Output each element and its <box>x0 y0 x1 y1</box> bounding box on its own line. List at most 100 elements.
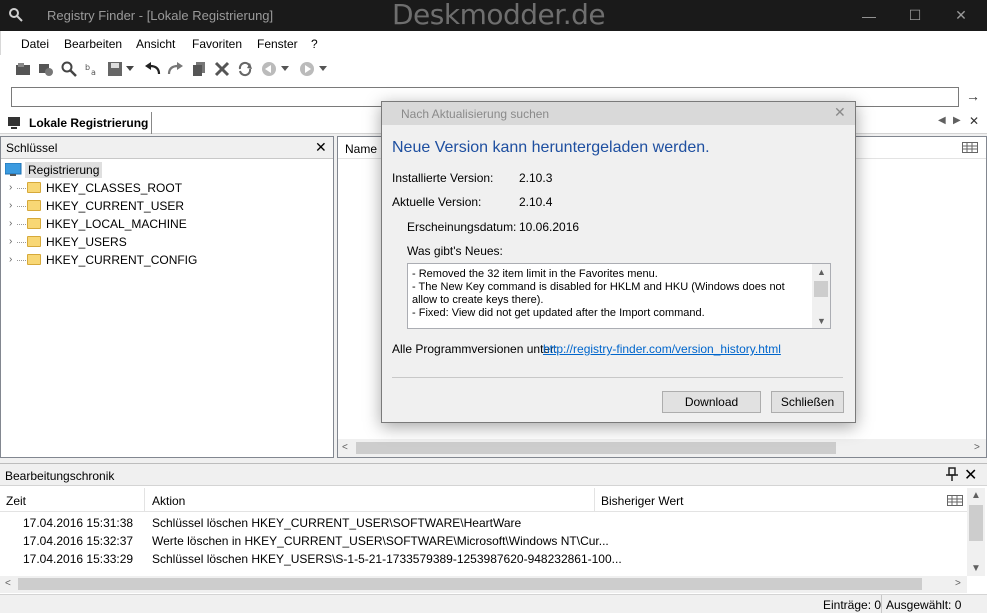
history-column-chooser-icon[interactable] <box>947 495 963 509</box>
history-row[interactable]: 17.04.2016 15:32:37 Werte löschen in HKE… <box>0 532 965 550</box>
scroll-down-icon[interactable]: ▼ <box>817 315 826 328</box>
keys-panel-title: Schlüssel <box>6 141 58 155</box>
scroll-up-icon[interactable]: ▲ <box>817 266 826 279</box>
connect-registry-icon[interactable] <box>14 60 32 78</box>
history-header: Bearbeitungschronik ✕ <box>0 464 987 486</box>
menu-bar: Datei Bearbeiten Ansicht Favoriten Fenst… <box>0 31 987 55</box>
column-aktion[interactable]: Aktion <box>152 494 185 508</box>
release-date-value: 10.06.2016 <box>519 220 580 234</box>
scroll-down-icon[interactable]: ▼ <box>971 563 981 574</box>
column-name[interactable]: Name <box>345 142 377 156</box>
save-dropdown-icon[interactable] <box>125 60 135 78</box>
history-horizontal-scrollbar[interactable]: < > <box>0 576 967 593</box>
menu-fenster[interactable]: Fenster <box>257 37 298 51</box>
expand-chevron-icon[interactable]: › <box>9 200 12 211</box>
forward-dropdown-icon[interactable] <box>318 60 328 78</box>
save-icon[interactable] <box>106 60 124 78</box>
tab-lokale-registrierung[interactable]: Lokale Registrierung <box>4 112 152 134</box>
expand-chevron-icon[interactable]: › <box>9 254 12 265</box>
back-icon[interactable] <box>260 60 278 78</box>
version-history-link[interactable]: http://registry-finder.com/version_histo… <box>543 342 781 356</box>
dialog-title-bar: Nach Aktualisierung suchen ✕ <box>382 102 855 125</box>
tab-scroll-right-icon[interactable]: ▶ <box>953 115 961 126</box>
history-action: Werte löschen in HKEY_CURRENT_USER\SOFTW… <box>152 534 609 548</box>
scroll-right-icon[interactable]: > <box>974 442 980 453</box>
redo-icon[interactable] <box>166 60 184 78</box>
expand-chevron-icon[interactable]: › <box>9 218 12 229</box>
tab-scroll-left-icon[interactable]: ◀ <box>938 115 946 126</box>
tree-item[interactable]: › HKEY_USERS <box>1 233 331 251</box>
window-title: Registry Finder - [Lokale Registrierung] <box>47 8 274 23</box>
changelog-entry: - The New Key command is disabled for HK… <box>412 281 785 306</box>
scrollbar-thumb[interactable] <box>356 442 836 454</box>
column-divider[interactable] <box>144 488 145 512</box>
maximize-button[interactable]: ☐ <box>892 0 938 31</box>
tab-close-icon[interactable]: ✕ <box>969 114 979 128</box>
history-row[interactable]: 17.04.2016 15:33:29 Schlüssel löschen HK… <box>0 550 965 568</box>
title-bar: Registry Finder - [Lokale Registrierung]… <box>0 0 987 31</box>
expand-chevron-icon[interactable]: › <box>9 236 12 247</box>
forward-icon[interactable] <box>298 60 316 78</box>
minimize-button[interactable]: — <box>846 0 892 31</box>
status-entries: Einträge: 0 <box>823 598 882 612</box>
replace-icon[interactable]: ba <box>84 60 102 78</box>
history-row[interactable]: 17.04.2016 15:31:38 Schlüssel löschen HK… <box>0 514 965 532</box>
dialog-body: Neue Version kann heruntergeladen werden… <box>382 125 855 422</box>
go-arrow-icon[interactable]: → <box>966 88 980 104</box>
column-bisheriger-wert[interactable]: Bisheriger Wert <box>601 494 683 508</box>
remote-registry-icon[interactable] <box>37 60 55 78</box>
keys-panel-close-icon[interactable]: ✕ <box>315 139 327 156</box>
scroll-right-icon[interactable]: > <box>955 578 961 589</box>
menu-help[interactable]: ? <box>311 37 318 51</box>
toolbar: ba <box>0 55 987 85</box>
menu-datei[interactable]: Datei <box>21 37 49 51</box>
scroll-left-icon[interactable]: < <box>5 578 11 589</box>
pin-icon[interactable] <box>946 467 958 484</box>
scrollbar-thumb[interactable] <box>814 281 828 297</box>
scroll-left-icon[interactable]: < <box>342 442 348 453</box>
tree-item[interactable]: › HKEY_LOCAL_MACHINE <box>1 215 331 233</box>
menu-ansicht[interactable]: Ansicht <box>136 37 175 51</box>
changelog-entry: - Fixed: View did not get updated after … <box>412 307 705 319</box>
scrollbar-thumb[interactable] <box>18 578 922 590</box>
computer-icon <box>8 116 24 133</box>
svg-text:a: a <box>91 68 96 77</box>
copy-icon[interactable] <box>190 60 208 78</box>
history-close-icon[interactable]: ✕ <box>964 465 977 485</box>
changelog-scrollbar[interactable]: ▲ ▼ <box>812 264 830 328</box>
folder-icon <box>27 236 41 247</box>
delete-icon[interactable] <box>213 60 231 78</box>
undo-icon[interactable] <box>144 60 162 78</box>
column-divider[interactable] <box>594 488 595 512</box>
back-dropdown-icon[interactable] <box>280 60 290 78</box>
menu-bearbeiten[interactable]: Bearbeiten <box>64 37 122 51</box>
dialog-close-icon[interactable]: ✕ <box>834 104 846 121</box>
close-button[interactable]: ✕ <box>938 0 984 31</box>
tree-item[interactable]: › HKEY_CURRENT_USER <box>1 197 331 215</box>
installed-version-value: 2.10.3 <box>519 171 553 185</box>
column-zeit[interactable]: Zeit <box>6 494 26 508</box>
dialog-separator <box>392 377 843 378</box>
refresh-icon[interactable] <box>236 60 254 78</box>
download-button[interactable]: Download <box>662 391 761 413</box>
changelog-textbox[interactable]: - Removed the 32 item limit in the Favor… <box>407 263 831 329</box>
schliessen-button[interactable]: Schließen <box>771 391 844 413</box>
history-vertical-scrollbar[interactable]: ▲ ▼ <box>967 488 985 576</box>
current-version-label: Aktuelle Version: <box>392 195 482 209</box>
status-divider <box>881 595 882 613</box>
tree-item[interactable]: › HKEY_CLASSES_ROOT <box>1 179 331 197</box>
scroll-up-icon[interactable]: ▲ <box>971 490 981 501</box>
column-chooser-icon[interactable] <box>962 142 978 156</box>
scrollbar-thumb[interactable] <box>969 505 983 541</box>
folder-icon <box>27 218 41 229</box>
svg-text:b: b <box>85 63 90 72</box>
tree-connector <box>17 224 26 225</box>
menu-favoriten[interactable]: Favoriten <box>192 37 242 51</box>
tree-item[interactable]: › HKEY_CURRENT_CONFIG <box>1 251 331 269</box>
history-time: 17.04.2016 15:32:37 <box>23 534 134 548</box>
values-horizontal-scrollbar[interactable]: < > <box>338 439 986 457</box>
history-action: Schlüssel löschen HKEY_CURRENT_USER\SOFT… <box>152 516 522 530</box>
expand-chevron-icon[interactable]: › <box>9 182 12 193</box>
search-icon[interactable] <box>60 60 78 78</box>
tree-item-label: HKEY_CLASSES_ROOT <box>46 181 183 195</box>
